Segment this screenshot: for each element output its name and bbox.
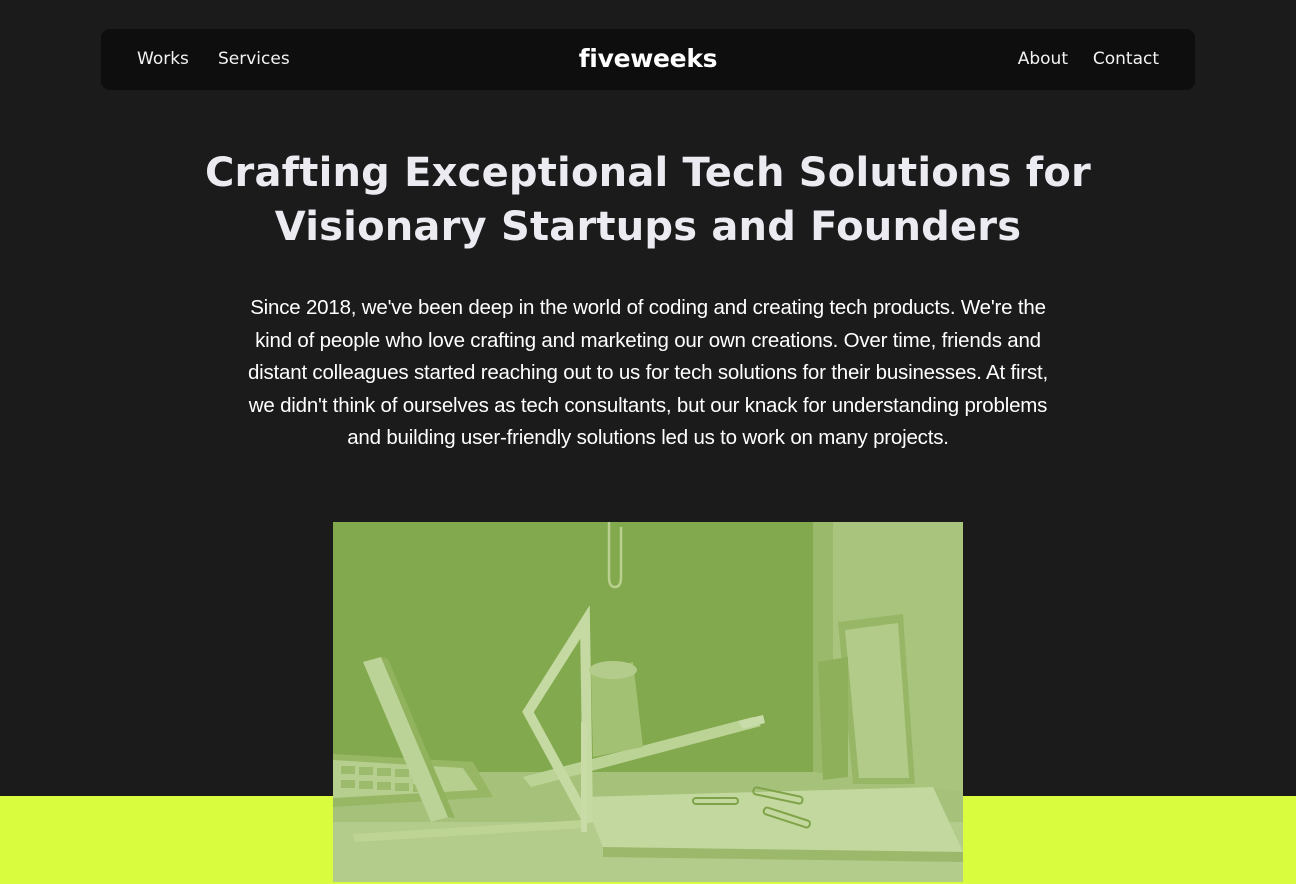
nav-contact-link[interactable]: Contact [1093, 29, 1159, 90]
nav-about-link[interactable]: About [1018, 29, 1068, 90]
top-navbar: Works Services fiveweeks About Contact [101, 29, 1195, 90]
office-supplies-illustration [333, 522, 963, 882]
hero-description: Since 2018, we've been deep in the world… [247, 296, 1049, 450]
hero-title: Crafting Exceptional Tech Solutions for … [205, 150, 1091, 250]
hero-image [333, 522, 963, 882]
page: Works Services fiveweeks About Contact C… [0, 0, 1296, 884]
